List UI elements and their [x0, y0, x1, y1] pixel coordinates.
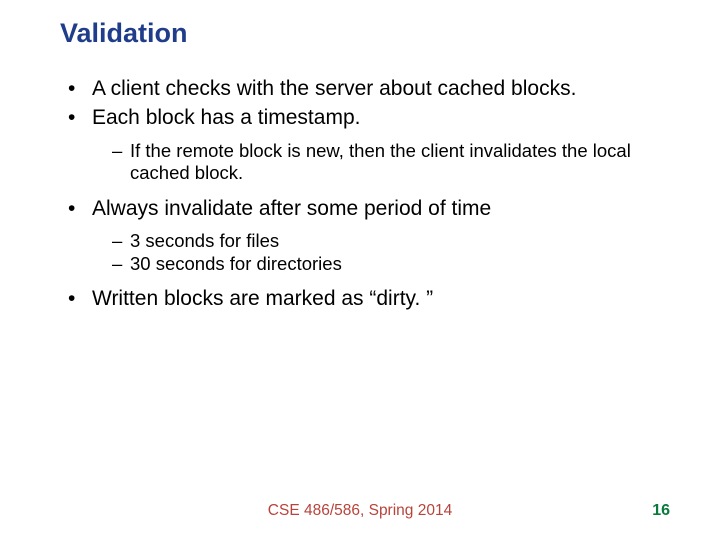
bullet-dot-icon: • — [68, 104, 92, 131]
bullet-text: 3 seconds for files — [130, 230, 279, 253]
slide-title: Validation — [60, 18, 660, 49]
bullet-dash-icon: – — [112, 140, 130, 185]
footer-page-number: 16 — [652, 502, 670, 520]
bullet-text: A client checks with the server about ca… — [92, 75, 576, 102]
bullet-level1: • Always invalidate after some period of… — [68, 195, 660, 222]
bullet-level2: – If the remote block is new, then the c… — [112, 140, 660, 185]
bullet-text: Written blocks are marked as “dirty. ” — [92, 285, 433, 312]
bullet-text: Always invalidate after some period of t… — [92, 195, 491, 222]
bullet-text: If the remote block is new, then the cli… — [130, 140, 660, 185]
bullet-level2: – 30 seconds for directories — [112, 253, 660, 276]
bullet-dash-icon: – — [112, 253, 130, 276]
bullet-level1: • A client checks with the server about … — [68, 75, 660, 102]
bullet-text: Each block has a timestamp. — [92, 104, 360, 131]
bullet-dash-icon: – — [112, 230, 130, 253]
bullet-level1: • Each block has a timestamp. — [68, 104, 660, 131]
bullet-dot-icon: • — [68, 285, 92, 312]
bullet-dot-icon: • — [68, 195, 92, 222]
bullet-level1: • Written blocks are marked as “dirty. ” — [68, 285, 660, 312]
bullet-text: 30 seconds for directories — [130, 253, 342, 276]
bullet-dot-icon: • — [68, 75, 92, 102]
footer-course: CSE 486/586, Spring 2014 — [0, 502, 720, 520]
slide: Validation • A client checks with the se… — [0, 0, 720, 540]
bullet-level2: – 3 seconds for files — [112, 230, 660, 253]
slide-content: • A client checks with the server about … — [60, 75, 660, 312]
